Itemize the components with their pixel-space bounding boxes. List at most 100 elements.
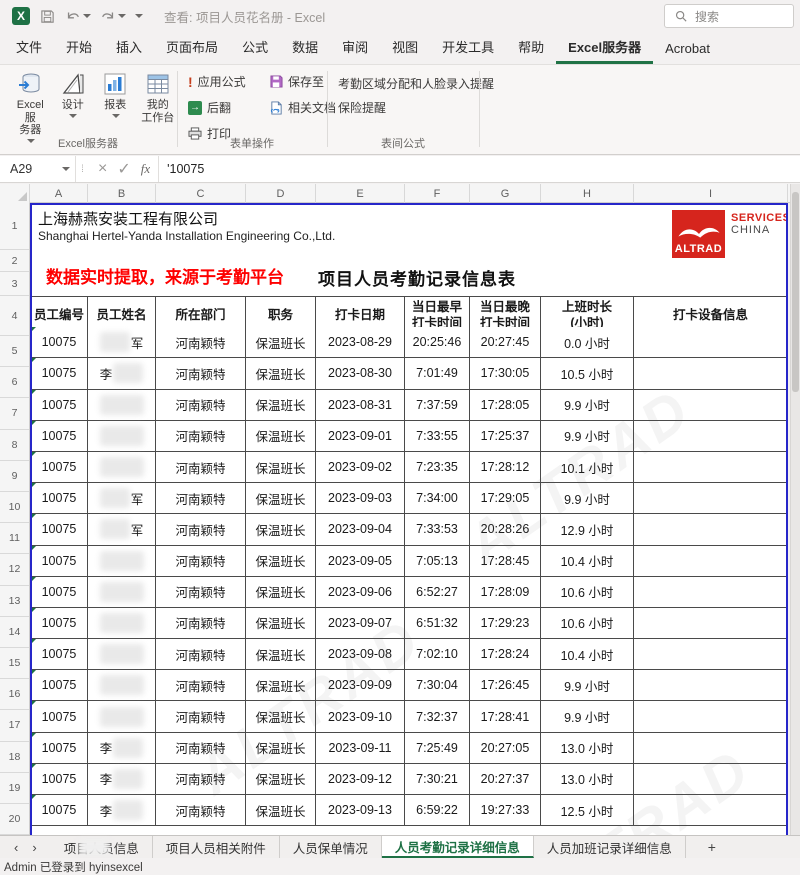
column-header-I[interactable]: I (634, 184, 788, 203)
cell-latest-time[interactable]: 17:25:37 (470, 421, 541, 452)
cell-employee-name[interactable]: 李 (88, 733, 156, 764)
cell-punch-date[interactable]: 2023-08-30 (316, 358, 405, 389)
menu-tab-Acrobat[interactable]: Acrobat (653, 35, 722, 64)
cell-latest-time[interactable]: 20:28:26 (470, 514, 541, 545)
back-button[interactable]: → 后翻 (188, 99, 231, 116)
scrollbar-thumb[interactable] (792, 192, 799, 392)
cell-punch-date[interactable]: 2023-09-11 (316, 733, 405, 764)
cell-employee-name[interactable]: 李 (88, 358, 156, 389)
cell-device-info[interactable] (634, 608, 788, 639)
cell-work-hours[interactable]: 9.9 小时 (541, 421, 634, 452)
cell-device-info[interactable] (634, 421, 788, 452)
cell-employee-id[interactable]: 10075 (30, 452, 88, 483)
row-header-14[interactable]: 14 (0, 617, 29, 648)
cell-latest-time[interactable]: 17:28:45 (470, 546, 541, 577)
cell-employee-id[interactable]: 10075 (30, 514, 88, 545)
sheet-tab-人员加班记录详细信息[interactable]: 人员加班记录详细信息 (534, 836, 686, 858)
cell-device-info[interactable] (634, 795, 788, 826)
excel-server-button[interactable]: Excel服 务器 (12, 71, 49, 144)
cell-latest-time[interactable]: 20:27:45 (470, 327, 541, 358)
cell-job-title[interactable]: 保温班长 (246, 452, 316, 483)
cell-latest-time[interactable]: 17:28:24 (470, 639, 541, 670)
row-header-7[interactable]: 7 (0, 398, 29, 429)
cell-department[interactable]: 河南颖特 (156, 483, 246, 514)
cell-employee-name[interactable] (88, 701, 156, 732)
customize-toolbar-chevron-icon[interactable] (135, 14, 142, 19)
undo-button[interactable] (65, 9, 90, 23)
cell-earliest-time[interactable]: 7:33:55 (405, 421, 470, 452)
sheet-tab-项目人员相关附件[interactable]: 项目人员相关附件 (153, 836, 280, 858)
cell-device-info[interactable] (634, 358, 788, 389)
cell-job-title[interactable]: 保温班长 (246, 514, 316, 545)
cell-department[interactable]: 河南颖特 (156, 701, 246, 732)
row-header-16[interactable]: 16 (0, 679, 29, 710)
cell-department[interactable]: 河南颖特 (156, 452, 246, 483)
cell-punch-date[interactable]: 2023-09-05 (316, 546, 405, 577)
cell-punch-date[interactable]: 2023-09-02 (316, 452, 405, 483)
cell-punch-date[interactable]: 2023-09-04 (316, 514, 405, 545)
menu-tab-Excel服务器[interactable]: Excel服务器 (556, 31, 653, 64)
cell-work-hours[interactable]: 9.9 小时 (541, 390, 634, 421)
cell-earliest-time[interactable]: 7:01:49 (405, 358, 470, 389)
menu-tab-数据[interactable]: 数据 (280, 31, 330, 64)
row-header-2[interactable]: 2 (0, 250, 29, 272)
cell-department[interactable]: 河南颖特 (156, 514, 246, 545)
row-header-17[interactable]: 17 (0, 710, 29, 741)
cell-latest-time[interactable]: 17:28:09 (470, 577, 541, 608)
cell-department[interactable]: 河南颖特 (156, 327, 246, 358)
save-icon[interactable] (40, 9, 55, 24)
cell-device-info[interactable] (634, 733, 788, 764)
cell-earliest-time[interactable]: 6:51:32 (405, 608, 470, 639)
confirm-icon[interactable]: ✓ (117, 159, 130, 179)
row-header-19[interactable]: 19 (0, 773, 29, 804)
cell-job-title[interactable]: 保温班长 (246, 483, 316, 514)
cell-job-title[interactable]: 保温班长 (246, 795, 316, 826)
cell-device-info[interactable] (634, 483, 788, 514)
cell-work-hours[interactable]: 9.9 小时 (541, 483, 634, 514)
cell-device-info[interactable] (634, 577, 788, 608)
insert-function-icon[interactable]: fx (141, 161, 150, 177)
cell-earliest-time[interactable]: 7:30:21 (405, 764, 470, 795)
cell-latest-time[interactable]: 17:28:12 (470, 452, 541, 483)
cell-work-hours[interactable]: 10.5 小时 (541, 358, 634, 389)
column-header-H[interactable]: H (541, 184, 634, 203)
insurance-reminder-button[interactable]: 保险提醒 (338, 99, 386, 116)
cell-earliest-time[interactable]: 7:30:04 (405, 670, 470, 701)
row-header-20[interactable]: 20 (0, 804, 29, 835)
cell-employee-id[interactable]: 10075 (30, 327, 88, 358)
formula-input[interactable]: '10075 (159, 162, 204, 176)
cell-employee-id[interactable]: 10075 (30, 390, 88, 421)
row-header-3[interactable]: 3 (0, 272, 29, 296)
cell-job-title[interactable]: 保温班长 (246, 701, 316, 732)
cell-job-title[interactable]: 保温班长 (246, 421, 316, 452)
column-header-F[interactable]: F (405, 184, 470, 203)
menu-tab-页面布局[interactable]: 页面布局 (154, 31, 230, 64)
row-header-4[interactable]: 4 (0, 296, 29, 336)
cell-latest-time[interactable]: 20:27:37 (470, 764, 541, 795)
sheet-tab-项目人员信息[interactable]: 项目人员信息 (51, 836, 153, 858)
save-to-button[interactable]: 保存至 (270, 73, 324, 90)
cell-earliest-time[interactable]: 6:52:27 (405, 577, 470, 608)
column-header-C[interactable]: C (156, 184, 246, 203)
cell-employee-name[interactable]: 李 (88, 764, 156, 795)
select-all-corner[interactable] (0, 184, 30, 203)
cell-earliest-time[interactable]: 7:33:53 (405, 514, 470, 545)
cell-job-title[interactable]: 保温班长 (246, 639, 316, 670)
menu-tab-插入[interactable]: 插入 (104, 31, 154, 64)
row-header-5[interactable]: 5 (0, 336, 29, 367)
cell-punch-date[interactable]: 2023-09-03 (316, 483, 405, 514)
cell-earliest-time[interactable]: 7:32:37 (405, 701, 470, 732)
cell-department[interactable]: 河南颖特 (156, 577, 246, 608)
cell-punch-date[interactable]: 2023-09-01 (316, 421, 405, 452)
attendance-area-reminder-button[interactable]: 考勤区域分配和人脸录入提醒 (338, 75, 494, 92)
cell-punch-date[interactable]: 2023-08-29 (316, 327, 405, 358)
cell-work-hours[interactable]: 10.6 小时 (541, 577, 634, 608)
cell-work-hours[interactable]: 9.9 小时 (541, 670, 634, 701)
cell-punch-date[interactable]: 2023-09-12 (316, 764, 405, 795)
cell-device-info[interactable] (634, 514, 788, 545)
row-header-8[interactable]: 8 (0, 430, 29, 461)
cell-earliest-time[interactable]: 7:05:13 (405, 546, 470, 577)
cell-job-title[interactable]: 保温班长 (246, 390, 316, 421)
report-button[interactable]: 报表 (97, 71, 134, 144)
excel-logo-icon[interactable]: X (12, 7, 30, 25)
